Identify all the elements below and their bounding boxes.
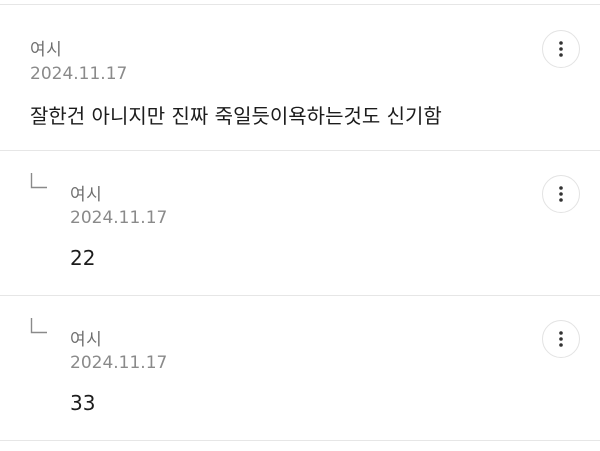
comment-date: 2024.11.17 (70, 208, 168, 228)
comment-text: 22 (70, 246, 96, 270)
more-options-button[interactable] (542, 30, 580, 68)
comment-author: 여시 (70, 330, 103, 350)
more-options-button[interactable] (542, 320, 580, 358)
comment-text: 잘한건 아니지만 진짜 죽일듯이욕하는것도 신기함 (30, 104, 442, 128)
comment-list: 여시 2024.11.17 잘한건 아니지만 진짜 죽일듯이욕하는것도 신기함 … (0, 0, 600, 451)
comment-author: 여시 (30, 40, 63, 60)
comment-author: 여시 (70, 185, 103, 205)
divider (0, 440, 600, 441)
more-options-button[interactable] (542, 175, 580, 213)
more-vertical-icon (559, 41, 563, 57)
reply-item: 여시 2024.11.17 33 (0, 296, 600, 440)
more-vertical-icon (559, 186, 563, 202)
comment-date: 2024.11.17 (30, 64, 128, 84)
reply-arrow-icon (30, 318, 48, 334)
comment-date: 2024.11.17 (70, 353, 168, 373)
comment-text: 33 (70, 391, 96, 415)
more-vertical-icon (559, 331, 563, 347)
comment-item: 여시 2024.11.17 잘한건 아니지만 진짜 죽일듯이욕하는것도 신기함 (0, 5, 600, 150)
reply-arrow-icon (30, 173, 48, 189)
reply-item: 여시 2024.11.17 22 (0, 151, 600, 295)
